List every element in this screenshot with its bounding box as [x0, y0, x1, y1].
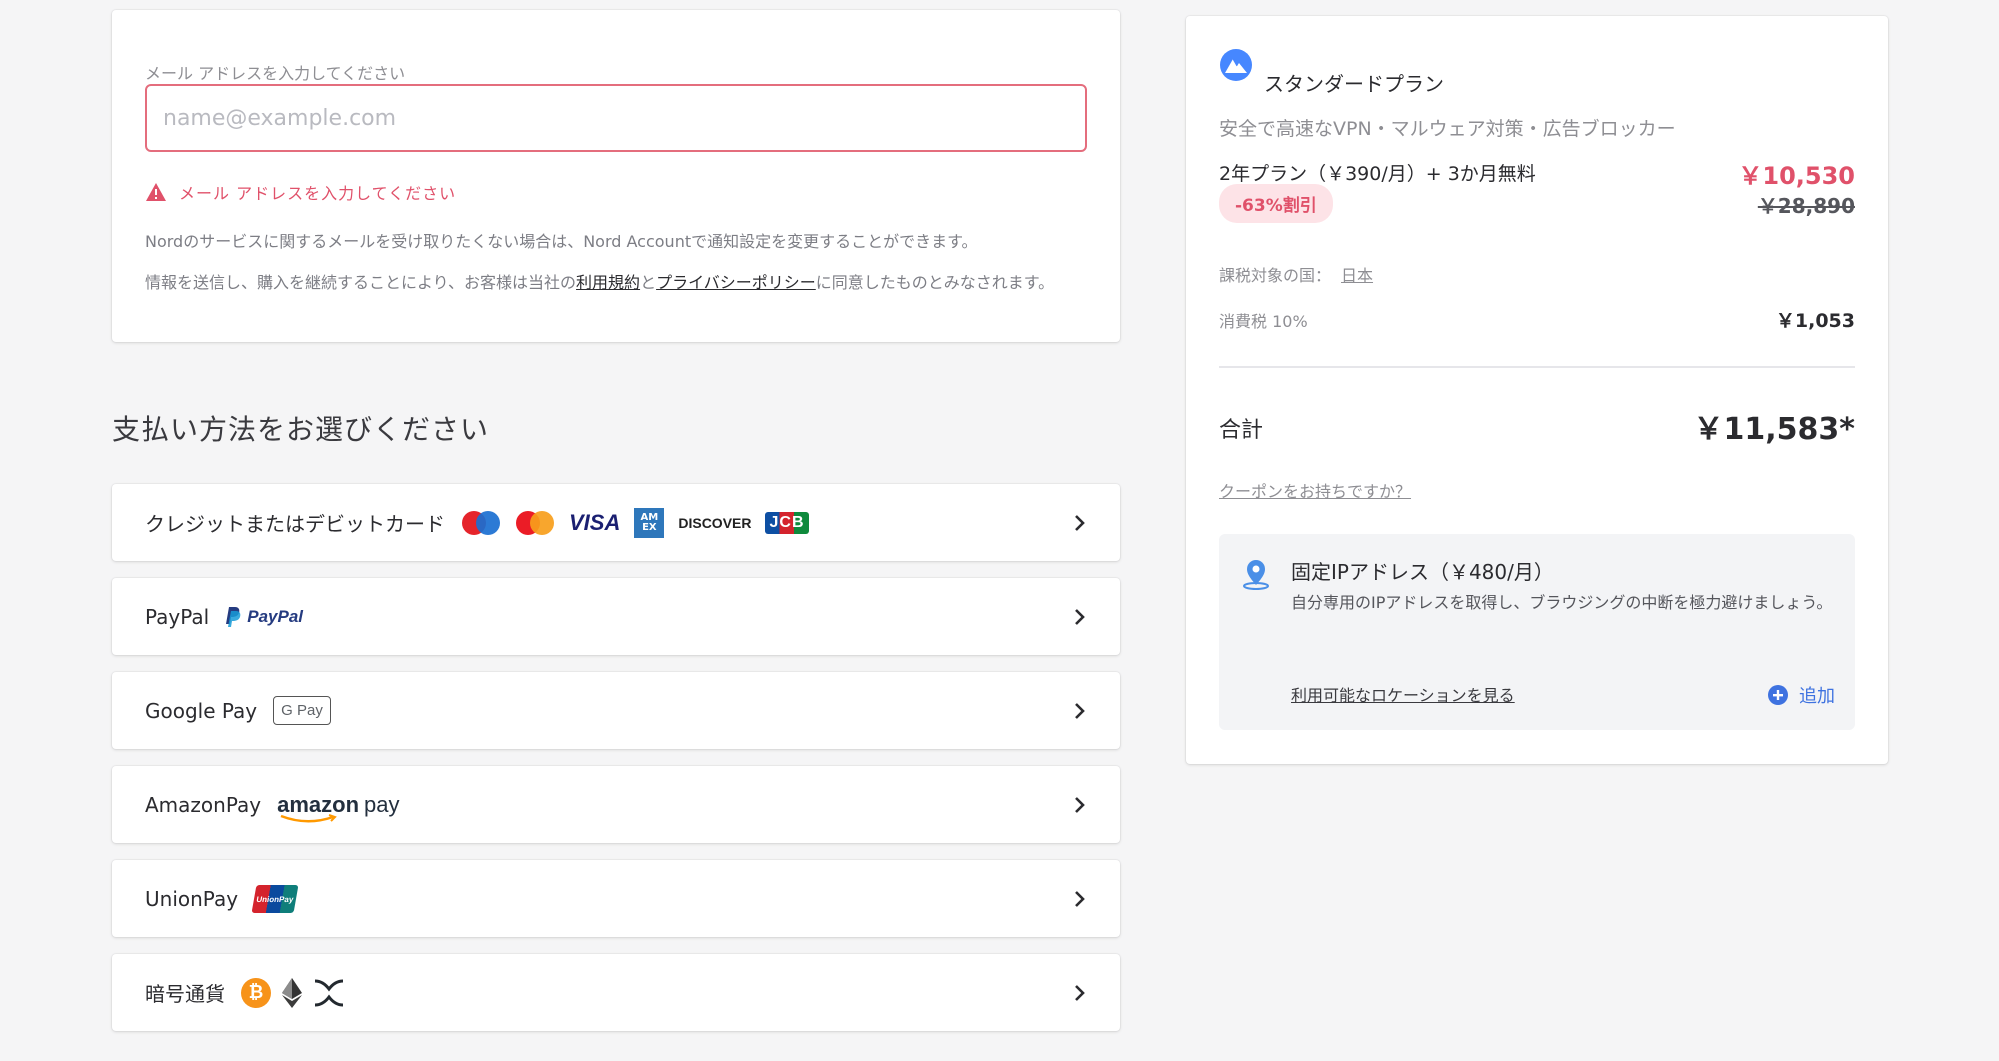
ethereum-logo: [282, 977, 302, 1008]
vat-label: 消費税 10%: [1219, 312, 1308, 331]
chevron-right-icon: [1075, 702, 1085, 719]
terms-link[interactable]: 利用規約: [576, 273, 640, 292]
visa-logo: VISA: [569, 509, 621, 535]
plus-circle-icon: [1768, 685, 1788, 705]
google-pay-logo: G Pay: [273, 696, 331, 725]
payment-method-amazon-pay[interactable]: AmazonPay amazon pay: [112, 766, 1120, 843]
privacy-link[interactable]: プライバシーポリシー: [656, 273, 816, 292]
payment-method-label: Google Pay: [145, 698, 258, 723]
jcb-logo: JCB: [765, 511, 809, 534]
payment-method-unionpay[interactable]: UnionPay UnionPay: [112, 860, 1120, 937]
nordvpn-logo-icon: [1220, 49, 1252, 81]
payment-method-label: PayPal: [145, 604, 210, 629]
chevron-right-icon: [1075, 890, 1085, 907]
discover-logo: DISCOVER: [678, 514, 752, 531]
chevron-right-icon: [1075, 984, 1085, 1001]
payment-heading: 支払い方法をお選びください: [112, 413, 490, 446]
email-label: メール アドレスを入力してください: [145, 64, 406, 83]
payment-method-paypal[interactable]: PayPal PayPal: [112, 578, 1120, 655]
gpay-logos: G Pay: [273, 696, 331, 725]
amex-logo: AM EX: [634, 507, 665, 538]
email-error: メール アドレスを入力してください: [145, 180, 456, 204]
ip-locations-link[interactable]: 利用可能なロケーションを見る: [1291, 682, 1515, 706]
term-label: 2年プラン（￥390/月）+ 3か月無料: [1219, 163, 1536, 185]
location-pin-icon: [1243, 560, 1269, 590]
mastercard-logo: [516, 510, 554, 535]
amazon-pay-logo: amazon pay: [277, 791, 400, 822]
coupon-link[interactable]: クーポンをお持ちですか？: [1219, 478, 1411, 502]
pay-wordmark: pay: [364, 791, 400, 817]
divider: [1219, 366, 1855, 368]
terms-and: と: [640, 273, 657, 292]
chevron-right-icon: [1075, 608, 1085, 625]
terms-suffix: に同意したものとみなされます。: [815, 273, 1055, 292]
chevron-right-icon: [1075, 796, 1085, 813]
unionpay-logo: UnionPay: [251, 884, 299, 913]
tax-country-link[interactable]: 日本: [1341, 266, 1373, 285]
add-ip-button[interactable]: 追加: [1767, 682, 1835, 708]
card-logos: VISA AM EX DISCOVER JCB: [461, 507, 809, 538]
paypal-logos: PayPal: [225, 606, 303, 628]
email-error-text: メール アドレスを入力してください: [179, 184, 457, 203]
email-card: メール アドレスを入力してください メール アドレスを入力してください Nord…: [112, 10, 1120, 342]
order-summary: スタンダードプラン 安全で高速なVPN・マルウェア対策・広告ブロッカー 2年プラ…: [1186, 16, 1888, 764]
amazon-smile-icon: [280, 813, 337, 822]
email-input[interactable]: [145, 84, 1087, 152]
xrp-logo: [314, 979, 344, 1006]
add-ip-label: 追加: [1799, 686, 1835, 707]
discount-badge: -63%割引: [1219, 184, 1333, 223]
ip-title: 固定IPアドレス（￥480/月）: [1291, 560, 1554, 584]
total-label: 合計: [1219, 418, 1264, 443]
tax-country: 課税対象の国： 日本: [1219, 262, 1373, 286]
payment-method-label: 暗号通貨: [145, 982, 225, 1006]
payment-method-crypto[interactable]: 暗号通貨 ₿: [112, 954, 1120, 1031]
warning-icon: [146, 183, 166, 201]
unionpay-logos: UnionPay: [251, 884, 299, 913]
chevron-right-icon: [1075, 514, 1085, 531]
email-notice: Nordのサービスに関するメールを受け取りたくない場合は、Nord Accoun…: [145, 232, 978, 251]
terms-notice: 情報を送信し、購入を継続することにより、お客様は当社の利用規約とプライバシーポリ…: [145, 270, 1085, 296]
unionpay-wordmark: UnionPay: [255, 894, 295, 903]
tax-country-label: 課税対象の国：: [1219, 266, 1332, 285]
paypal-p-icon: [226, 606, 241, 627]
vat-amount: ￥1,053: [1775, 310, 1855, 332]
payment-method-label: AmazonPay: [145, 792, 262, 817]
term-price: ￥10,530: [1738, 162, 1855, 190]
amazonpay-logos: amazon pay: [277, 791, 400, 822]
original-price: ￥28,890: [1757, 194, 1855, 218]
crypto-logos: ₿: [241, 977, 345, 1009]
paypal-logo: PayPal: [225, 606, 303, 628]
terms-prefix: 情報を送信し、購入を継続することにより、お客様は当社の: [145, 273, 577, 292]
payment-method-card[interactable]: クレジットまたはデビットカード VISA AM EX DISCOVER JCB: [112, 484, 1120, 561]
ip-description: 自分専用のIPアドレスを取得し、ブラウジングの中断を極力避けましょう。: [1291, 593, 1833, 612]
total-amount: ￥11,583*: [1693, 412, 1855, 447]
maestro-logo: [462, 510, 500, 535]
payment-method-label: UnionPay: [145, 886, 239, 911]
payment-method-label: クレジットまたはデビットカード: [145, 512, 445, 536]
plan-name: スタンダードプラン: [1264, 72, 1444, 96]
bitcoin-logo: ₿: [241, 977, 271, 1008]
payment-method-google-pay[interactable]: Google Pay G Pay: [112, 672, 1120, 749]
plan-description: 安全で高速なVPN・マルウェア対策・広告ブロッカー: [1219, 118, 1676, 140]
paypal-wordmark: PayPal: [247, 606, 303, 626]
dedicated-ip-addon: 固定IPアドレス（￥480/月） 自分専用のIPアドレスを取得し、ブラウジングの…: [1219, 534, 1855, 730]
